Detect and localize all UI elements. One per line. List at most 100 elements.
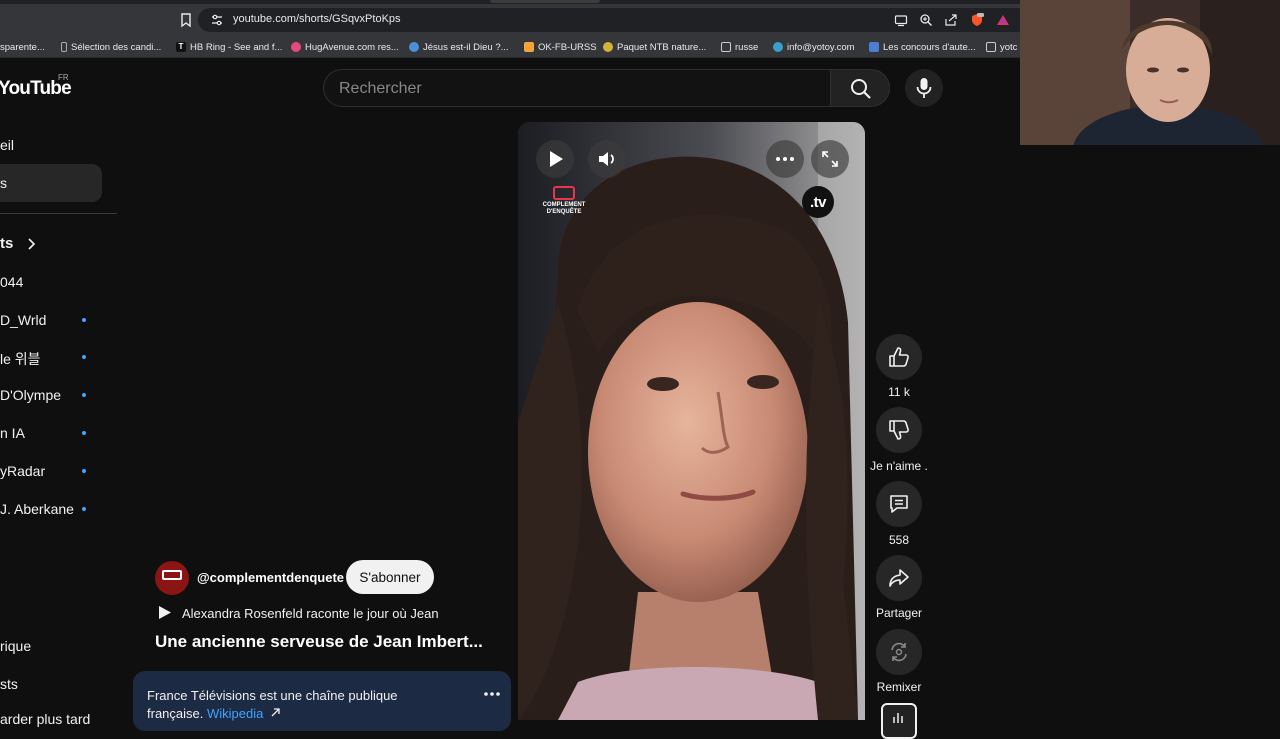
info-panel-text: française. Wikipedia [147,706,281,721]
bookmark-folder[interactable]: yotc [986,40,1017,54]
audio-wave-icon [893,713,903,723]
share-icon [889,569,909,587]
like-count: 11 k [888,385,910,399]
address-bar[interactable]: youtube.com/shorts/GSqvxPtoKps [198,8,1020,32]
comments-button[interactable] [876,481,922,527]
bookmark-item[interactable]: info@yotoy.com [773,40,855,54]
sidebar-item-watch-later[interactable]: arder plus tard [0,711,90,727]
expand-icon [822,151,838,167]
new-content-dot [82,393,86,397]
bookmark-icon[interactable] [178,12,194,28]
bookmark-favicon [524,42,534,52]
channel-name[interactable]: @complementdenquete [197,570,344,585]
share-label: Partager [875,606,923,620]
voice-search-button[interactable] [905,69,943,107]
subscribe-button[interactable]: S'abonner [346,560,434,594]
play-button[interactable] [536,140,574,178]
share-page-icon[interactable] [944,13,958,27]
bookmark-favicon [869,42,879,52]
leaf-icon [603,42,613,52]
more-horizontal-icon [776,157,794,161]
heart-icon [291,42,301,52]
new-content-dot [82,318,86,322]
remix-button[interactable] [876,629,922,675]
information-panel: France Télévisions est une chaîne publiq… [133,671,511,731]
sidebar-item-history[interactable]: rique [0,638,31,654]
wikipedia-link[interactable]: Wikipedia [207,706,263,721]
sidebar-item-shorts[interactable]: s [0,175,7,191]
play-icon[interactable] [158,605,172,620]
active-tab[interactable] [490,0,600,3]
more-options-icon[interactable] [484,692,500,696]
zoom-icon[interactable] [919,13,933,27]
microphone-icon [916,78,932,98]
more-options-button[interactable] [766,140,804,178]
fullscreen-button[interactable] [811,140,849,178]
bookmark-item[interactable]: sparente... [0,40,45,54]
sidebar-subscriptions-header[interactable]: ts [0,235,36,252]
new-content-dot [82,469,86,473]
bookmark-folder[interactable]: russe [721,40,758,54]
webcam-feed [1020,0,1280,145]
france-tv-badge: .tv [802,186,834,218]
sidebar-subscription-item[interactable]: yRadar [0,463,45,479]
url-text[interactable]: youtube.com/shorts/GSqvxPtoKps [233,13,401,25]
shorts-video-player[interactable]: COMPLEMENT D'ENQUÊTE .tv [518,122,865,720]
folder-icon [721,42,731,52]
remix-label: Remixer [876,680,922,694]
channel-avatar[interactable] [155,561,189,595]
video-description[interactable]: Alexandra Rosenfeld raconte le jour où J… [182,606,439,621]
sidebar-subscription-item[interactable]: J. Aberkane [0,501,74,517]
search-box[interactable] [323,69,831,107]
new-content-dot [82,431,86,435]
bookmark-item[interactable]: Jésus est-il Dieu ?... [409,40,509,54]
region-code: FR [58,73,69,82]
bookmark-item[interactable]: HugAvenue.com res... [291,40,399,54]
browser-toolbar: youtube.com/shorts/GSqvxPtoKps [0,4,1020,36]
globe-icon [409,42,419,52]
sidebar-subscription-item[interactable]: D_Wrld [0,312,46,328]
share-button[interactable] [876,555,922,601]
mute-button[interactable] [588,140,626,178]
video-title[interactable]: Une ancienne serveuse de Jean Imbert... [155,632,483,652]
logo-mark-icon [162,570,182,580]
dislike-label: Je n'aime . [870,459,928,473]
sidebar-subscription-item[interactable]: n IA [0,425,25,441]
bookmark-item[interactable]: OK-FB-URSS [524,40,597,54]
bookmark-item[interactable]: T HB Ring - See and f... [176,40,282,54]
sound-thumbnail[interactable] [881,703,917,739]
folder-icon [986,42,996,52]
volume-icon [599,152,614,166]
sidebar-subscription-item[interactable]: 044 [0,274,23,290]
play-icon [550,151,563,167]
mail-icon [773,42,783,52]
comment-count: 558 [888,533,910,547]
brave-shields-icon[interactable] [970,13,984,27]
sidebar-subscription-item[interactable]: D'Olympe [0,387,61,403]
bookmark-item[interactable]: Paquet NTB nature... [603,40,706,54]
new-content-dot [82,355,86,359]
webcam-overlay [1020,0,1280,145]
cast-icon[interactable] [894,13,908,27]
brave-rewards-icon[interactable] [996,13,1010,27]
comment-icon [890,495,908,513]
sidebar-item-playlists[interactable]: sts [0,676,18,692]
sidebar-subscription-item[interactable]: le 위블 [0,349,41,369]
new-content-dot [82,507,86,511]
file-icon [61,42,67,52]
site-settings-icon[interactable] [210,13,224,27]
bookmark-item[interactable]: Les concours d'aute... [869,40,976,54]
search-button[interactable] [830,69,890,107]
sidebar-divider [0,213,117,214]
bookmark-item[interactable]: Sélection des candi... [61,40,161,54]
like-button[interactable] [876,334,922,380]
t-logo-icon: T [176,42,186,52]
dislike-button[interactable] [876,407,922,453]
thumbs-up-icon [889,347,909,367]
chevron-right-icon [28,238,36,250]
external-link-icon[interactable] [270,707,281,718]
bookmarks-bar: sparente... Sélection des candi... T HB R… [0,36,1020,58]
sidebar-item-home[interactable]: eil [0,137,14,153]
search-icon [851,79,871,99]
search-input[interactable] [339,79,819,99]
